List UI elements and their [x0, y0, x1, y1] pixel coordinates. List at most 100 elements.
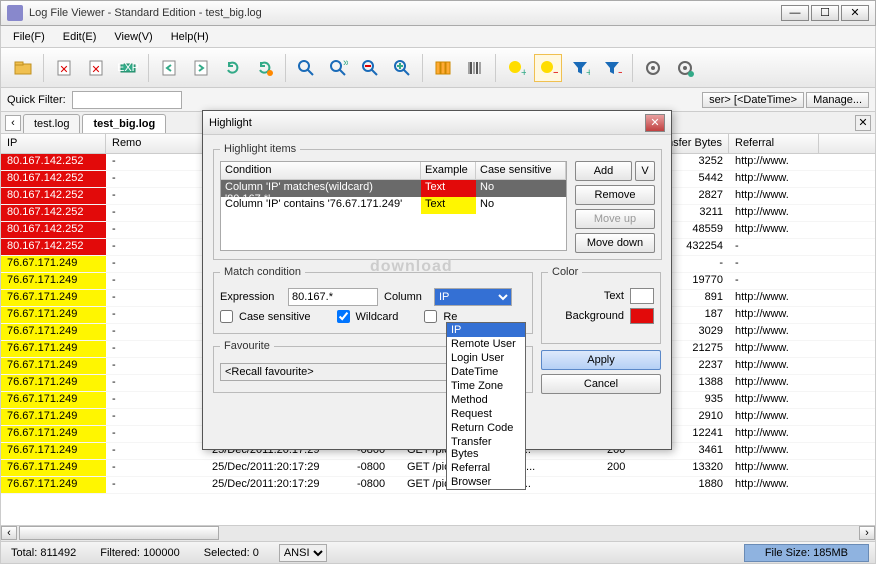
column-option[interactable]: Time Zone — [447, 379, 525, 393]
close-button[interactable]: ✕ — [841, 5, 869, 21]
cell-remote: - — [106, 188, 206, 204]
window-title: Log File Viewer - Standard Edition - tes… — [29, 7, 781, 19]
cancel-button[interactable]: Cancel — [541, 374, 661, 394]
cell-ip: 76.67.171.249 — [1, 324, 106, 340]
wildcard-label: Wildcard — [356, 311, 399, 323]
delete2-icon[interactable]: ✕ — [82, 54, 110, 82]
auto-refresh-icon[interactable] — [251, 54, 279, 82]
quick-filter-bar: Quick Filter: ser> [<DateTime> Manage... — [0, 88, 876, 112]
column-option[interactable]: IP — [447, 323, 525, 337]
hl-cond: Column 'IP' matches(wildcard) '80.167.*' — [221, 180, 421, 197]
apply-button[interactable]: Apply — [541, 350, 661, 370]
col-referral[interactable]: Referral — [729, 134, 819, 153]
zoom-out-icon[interactable] — [356, 54, 384, 82]
expression-input[interactable] — [288, 288, 378, 306]
expression-label: Expression — [220, 291, 282, 303]
horizontal-scrollbar[interactable]: ‹ › — [0, 526, 876, 542]
cell-referral: - — [729, 273, 819, 289]
column-option[interactable]: Browser — [447, 475, 525, 489]
cell-referral: http://www. — [729, 477, 819, 493]
column-option[interactable]: Request — [447, 407, 525, 421]
highlight-item[interactable]: Column 'IP' matches(wildcard) '80.167.*'… — [221, 180, 566, 197]
settings-icon[interactable] — [639, 54, 667, 82]
maximize-button[interactable]: ☐ — [811, 5, 839, 21]
filter-add-icon[interactable]: + — [566, 54, 594, 82]
highlight-add-icon[interactable]: + — [502, 54, 530, 82]
hl-col-example[interactable]: Example — [421, 162, 476, 179]
hl-example: Text — [421, 180, 476, 197]
table-row[interactable]: 76.67.171.249-25/Dec/2011:20:17:29-0800G… — [1, 460, 875, 477]
highlight-list[interactable]: Condition Example Case sensitive Column … — [220, 161, 567, 251]
highlight-remove-icon[interactable]: − — [534, 54, 562, 82]
cell-ip: 76.67.171.249 — [1, 460, 106, 476]
menu-edit[interactable]: Edit(E) — [55, 29, 105, 45]
encoding-select[interactable]: ANSI — [279, 544, 327, 562]
menu-file[interactable]: File(F) — [5, 29, 53, 45]
hl-col-case[interactable]: Case sensitive — [476, 162, 566, 179]
menu-view[interactable]: View(V) — [106, 29, 160, 45]
cell-ip: 76.67.171.249 — [1, 256, 106, 272]
tab-test-log[interactable]: test.log — [23, 114, 80, 133]
hl-col-condition[interactable]: Condition — [221, 162, 421, 179]
search-icon[interactable] — [292, 54, 320, 82]
columns-icon[interactable] — [429, 54, 457, 82]
cell-ip: 76.67.171.249 — [1, 426, 106, 442]
zoom-in-icon[interactable] — [388, 54, 416, 82]
column-option[interactable]: Referral — [447, 461, 525, 475]
open-icon[interactable] — [9, 54, 37, 82]
column-option[interactable]: Login User — [447, 351, 525, 365]
export-icon[interactable]: EXP — [114, 54, 142, 82]
cell-remote: - — [106, 290, 206, 306]
quick-filter-input[interactable] — [72, 91, 182, 109]
page-next-icon[interactable] — [187, 54, 215, 82]
wildcard-checkbox[interactable] — [337, 310, 350, 323]
page-prev-icon[interactable] — [155, 54, 183, 82]
column-option[interactable]: Remote User — [447, 337, 525, 351]
dialog-close-button[interactable]: ✕ — [645, 114, 665, 132]
menu-help[interactable]: Help(H) — [163, 29, 217, 45]
col-remote[interactable]: Remo — [106, 134, 206, 153]
cell-ip: 76.67.171.249 — [1, 443, 106, 459]
text-color-swatch[interactable] — [630, 288, 654, 304]
tab-close-button[interactable]: ✕ — [855, 115, 871, 131]
column-option[interactable]: Transfer Bytes — [447, 435, 525, 461]
column-select[interactable]: IP — [434, 288, 512, 306]
moveup-button[interactable]: Move up — [575, 209, 655, 229]
minimize-button[interactable]: — — [781, 5, 809, 21]
cell-referral: http://www. — [729, 205, 819, 221]
remove-highlight-button[interactable]: Remove — [575, 185, 655, 205]
table-row[interactable]: 76.67.171.249-25/Dec/2011:20:17:29-0800G… — [1, 477, 875, 494]
cell-tz: -0800 — [351, 460, 401, 476]
fields-button[interactable]: ser> [<DateTime> — [702, 92, 804, 108]
column-option[interactable]: Method — [447, 393, 525, 407]
scroll-thumb[interactable] — [19, 526, 219, 540]
scroll-right-button[interactable]: › — [859, 526, 875, 540]
movedown-button[interactable]: Move down — [575, 233, 655, 253]
dialog-titlebar[interactable]: Highlight ✕ — [203, 111, 671, 135]
case-sensitive-checkbox[interactable] — [220, 310, 233, 323]
column-option[interactable]: Return Code — [447, 421, 525, 435]
bg-color-swatch[interactable] — [630, 308, 654, 324]
cell-remote: - — [106, 477, 206, 493]
settings2-icon[interactable] — [671, 54, 699, 82]
filter-remove-icon[interactable]: − — [598, 54, 626, 82]
svg-text:✕: ✕ — [59, 64, 68, 76]
delete-icon[interactable]: ✕ — [50, 54, 78, 82]
cell-ip: 80.167.142.252 — [1, 222, 106, 238]
highlight-item[interactable]: Column 'IP' contains '76.67.171.249'Text… — [221, 197, 566, 214]
add-highlight-button[interactable]: Add — [575, 161, 632, 181]
scroll-left-button[interactable]: ‹ — [1, 526, 17, 540]
tab-prev-button[interactable]: ‹ — [5, 115, 21, 131]
favourite-select[interactable]: <Recall favourite> — [220, 363, 475, 381]
cell-ip: 76.67.171.249 — [1, 409, 106, 425]
col-ip[interactable]: IP — [1, 134, 106, 153]
barcode-icon[interactable] — [461, 54, 489, 82]
column-option[interactable]: DateTime — [447, 365, 525, 379]
regex-checkbox[interactable] — [424, 310, 437, 323]
tab-test-big-log[interactable]: test_big.log — [82, 114, 166, 133]
column-dropdown-list[interactable]: IPRemote UserLogin UserDateTimeTime Zone… — [446, 322, 526, 490]
search-again-icon[interactable]: » — [324, 54, 352, 82]
refresh-icon[interactable] — [219, 54, 247, 82]
add-highlight-dropdown-button[interactable]: V — [635, 161, 655, 181]
manage-button[interactable]: Manage... — [806, 92, 869, 108]
